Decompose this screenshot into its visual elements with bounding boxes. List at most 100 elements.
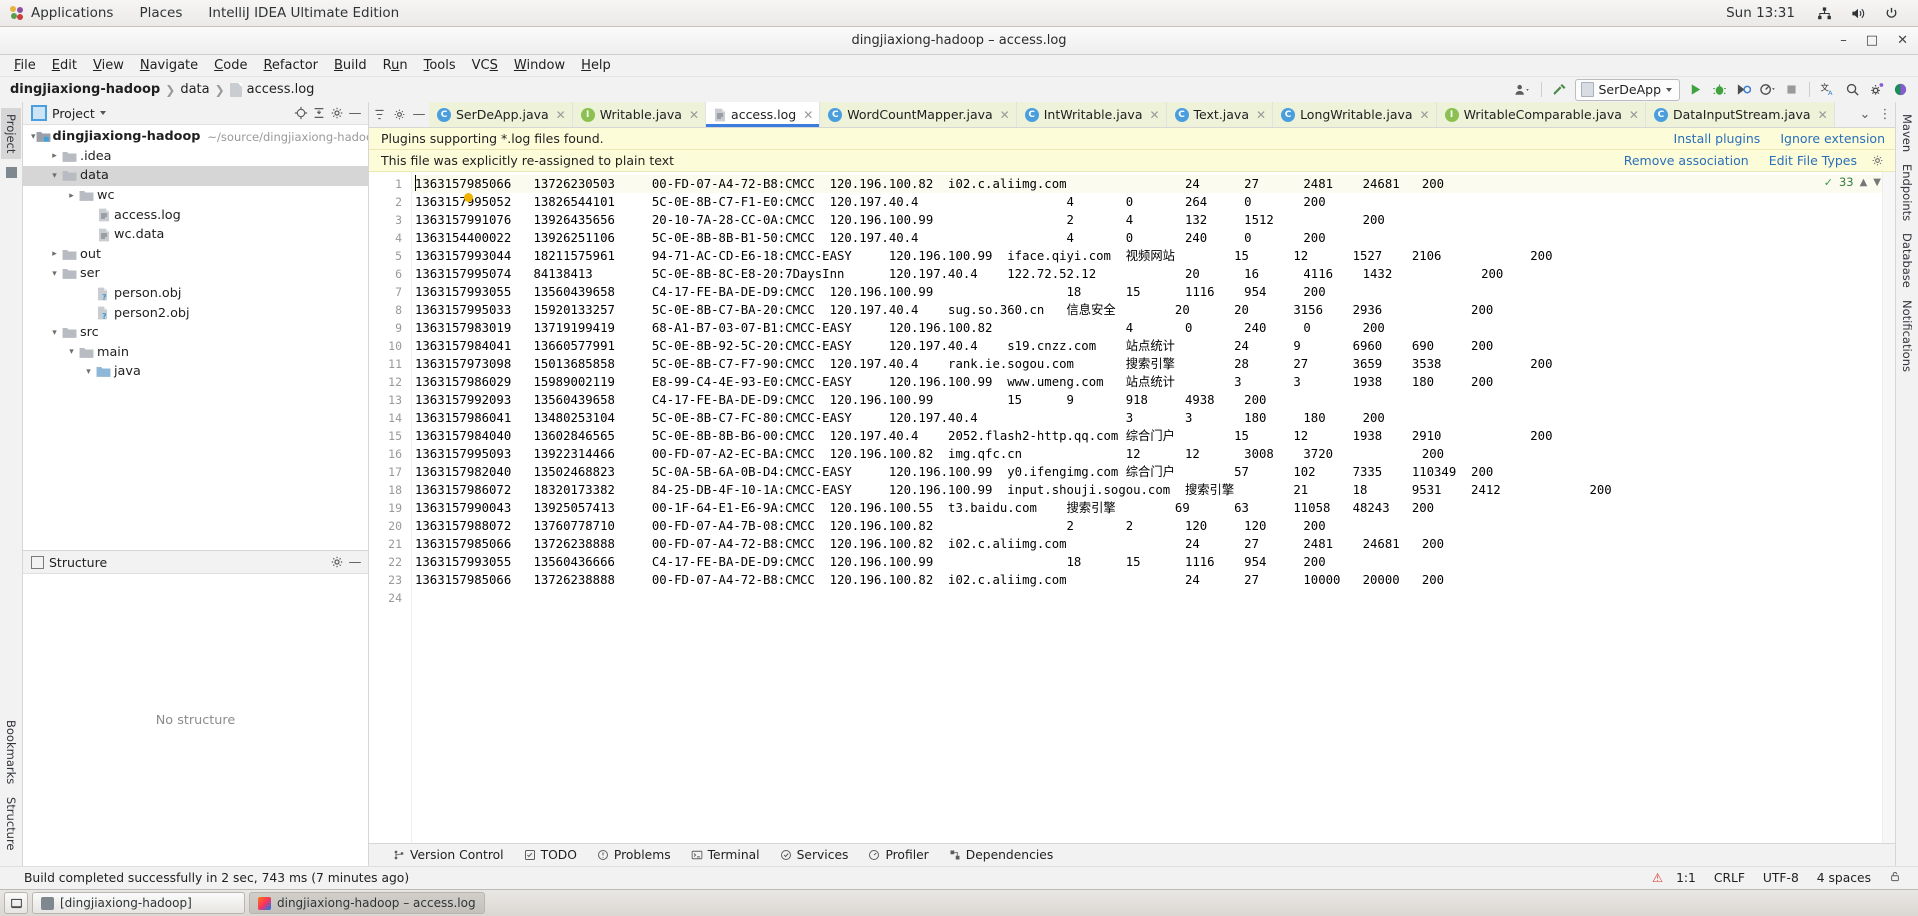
close-button[interactable]: ✕	[1897, 34, 1908, 47]
editor-tab-wordcountmapper-java[interactable]: C WordCountMapper.java ✕	[820, 102, 1017, 127]
desktop-menu-applications[interactable]: Applications	[29, 5, 126, 21]
tab-settings-gear-icon[interactable]	[389, 108, 409, 121]
intention-bulb-icon[interactable]	[464, 193, 473, 202]
tool-window-problems[interactable]: Problems	[597, 848, 671, 862]
chevron-down-icon[interactable]: ▾	[65, 347, 78, 357]
show-desktop-icon[interactable]	[4, 892, 28, 914]
tool-window-profiler[interactable]: Profiler	[868, 848, 929, 862]
tree-node-main[interactable]: ▾ main	[23, 343, 368, 363]
menu-view[interactable]: View	[85, 58, 132, 73]
close-icon[interactable]: ✕	[1818, 108, 1828, 122]
caret-position[interactable]: 1:1	[1676, 871, 1696, 885]
editor-tab-intwritable-java[interactable]: C IntWritable.java ✕	[1016, 102, 1167, 127]
close-icon[interactable]: ✕	[1149, 108, 1159, 122]
editor-tab-serdeapp-java[interactable]: C SerDeApp.java ✕	[429, 102, 573, 127]
network-icon[interactable]	[1817, 6, 1832, 21]
editor-tab-longwritable-java[interactable]: C LongWritable.java ✕	[1273, 102, 1437, 127]
tab-sort-icon[interactable]	[369, 108, 389, 121]
file-encoding[interactable]: UTF-8	[1763, 871, 1799, 885]
tree-node-wc-data[interactable]: wc.data	[23, 225, 368, 245]
locate-icon[interactable]	[292, 104, 310, 122]
breadcrumb-file[interactable]: access.log	[247, 82, 315, 97]
run-configuration-selector[interactable]: SerDeApp	[1574, 78, 1680, 101]
settings-gear-icon[interactable]	[328, 104, 346, 122]
desktop-menu-places[interactable]: Places	[126, 5, 195, 21]
read-only-lock-icon[interactable]	[1889, 870, 1901, 886]
translate-icon[interactable]: 文A	[1817, 80, 1839, 99]
stop-icon[interactable]	[1780, 80, 1802, 99]
tree-node-out[interactable]: ▸ out	[23, 245, 368, 265]
hide-icon[interactable]: —	[346, 104, 364, 122]
tree-node--idea[interactable]: ▸ .idea	[23, 147, 368, 167]
tree-node-access-log[interactable]: access.log	[23, 205, 368, 225]
indent-setting[interactable]: 4 spaces	[1817, 871, 1871, 885]
tree-node-person-obj[interactable]: ? person.obj	[23, 284, 368, 304]
project-panel-title-group[interactable]: Project	[31, 105, 106, 121]
debug-icon[interactable]	[1708, 80, 1730, 99]
tree-node-dingjiaxiong-hadoop[interactable]: ▾ dingjiaxiong-hadoop ~/source/dingjiaxion…	[23, 127, 368, 147]
editor-tab-text-java[interactable]: C Text.java ✕	[1166, 102, 1274, 127]
chevron-right-icon[interactable]: ▸	[48, 249, 61, 259]
close-icon[interactable]: ✕	[1629, 108, 1639, 122]
tree-node-person2-obj[interactable]: ? person2.obj	[23, 303, 368, 323]
banner-link-install-plugins[interactable]: Install plugins	[1674, 131, 1761, 146]
chevron-up-icon[interactable]: ▲	[1860, 177, 1868, 188]
tree-node-src[interactable]: ▾ src	[23, 323, 368, 343]
menu-build[interactable]: Build	[326, 58, 375, 73]
editor-tab-datainputstream-java[interactable]: C DataInputStream.java ✕	[1645, 102, 1835, 127]
profile-icon[interactable]	[1756, 80, 1778, 99]
breadcrumb-project[interactable]: dingjiaxiong-hadoop	[10, 82, 160, 97]
tab-hide-icon[interactable]: —	[409, 107, 429, 122]
build-hammer-icon[interactable]	[1549, 80, 1571, 99]
sidebar-tab-structure[interactable]: Structure	[1, 791, 21, 857]
menu-edit[interactable]: Edit	[44, 58, 85, 73]
settings-gear-icon[interactable]	[1865, 80, 1887, 99]
editor-tab-writablecomparable-java[interactable]: I WritableComparable.java ✕	[1436, 102, 1646, 127]
error-badge-icon[interactable]: ⚠	[1652, 871, 1663, 885]
ai-assistant-icon[interactable]	[1889, 80, 1911, 99]
chevron-down-icon[interactable]: ▼	[1873, 177, 1881, 188]
editor-tab-access-log[interactable]: access.log ✕	[706, 102, 821, 127]
banner-link-ignore-extension[interactable]: Ignore extension	[1780, 131, 1885, 146]
sidebar-tab-maven[interactable]: Maven	[1897, 108, 1917, 158]
menu-vcs[interactable]: VCS	[464, 58, 506, 73]
menu-file[interactable]: File	[6, 58, 44, 73]
tree-node-ser[interactable]: ▾ ser	[23, 264, 368, 284]
hide-icon[interactable]: —	[346, 553, 364, 571]
collapse-all-icon[interactable]	[310, 104, 328, 122]
tool-window-version-control[interactable]: Version Control	[393, 848, 504, 862]
menu-tools[interactable]: Tools	[416, 58, 464, 73]
editor-viewport[interactable]: 1 2 3 4 5 6 7 8 9 10 11 12 13 14 15 16 17 18 19 20 21 22 23 24 …	[369, 172, 1895, 843]
menu-help[interactable]: Help	[573, 58, 619, 73]
sidebar-tab-endpoints[interactable]: Endpoints	[1897, 158, 1917, 227]
line-separator[interactable]: CRLF	[1714, 871, 1745, 885]
sidebar-tab-project[interactable]: Project	[1, 108, 21, 160]
close-icon[interactable]: ✕	[689, 108, 699, 122]
run-coverage-icon[interactable]	[1732, 80, 1754, 99]
minimize-button[interactable]: –	[1840, 34, 1847, 47]
volume-icon[interactable]	[1850, 6, 1866, 21]
sidebar-tab-bookmarks[interactable]: Bookmarks	[1, 714, 21, 790]
taskbar-item-access-log-window[interactable]: dingjiaxiong-hadoop – access.log	[249, 892, 485, 914]
tab-more-options-icon[interactable]: ⋮	[1875, 107, 1895, 122]
chevron-down-icon[interactable]: ▾	[48, 328, 61, 338]
chevron-down-icon[interactable]: ▾	[48, 171, 61, 181]
editor-tab-writable-java[interactable]: I Writable.java ✕	[572, 102, 707, 127]
maximize-button[interactable]: □	[1866, 34, 1878, 47]
tool-window-dependencies[interactable]: Dependencies	[949, 848, 1053, 862]
close-icon[interactable]: ✕	[1420, 108, 1430, 122]
sidebar-tab-notifications[interactable]: Notifications	[1897, 294, 1917, 378]
sidebar-tab-database[interactable]: Database	[1897, 227, 1917, 294]
user-dropdown-icon[interactable]	[1512, 80, 1534, 99]
tool-window-services[interactable]: Services	[780, 848, 848, 862]
tool-window-todo[interactable]: TODO	[524, 848, 577, 862]
run-icon[interactable]	[1684, 80, 1706, 99]
editor-annotation-scrollbar[interactable]	[1882, 172, 1895, 843]
inspection-widget[interactable]: ✓ 33 ▲ ▼	[1824, 175, 1881, 189]
structure-panel-title-group[interactable]: Structure	[31, 555, 107, 570]
desktop-clock[interactable]: Sun 13:31	[1713, 5, 1808, 21]
menu-window[interactable]: Window	[506, 58, 573, 73]
close-icon[interactable]: ✕	[556, 108, 566, 122]
chevron-down-icon[interactable]: ▾	[82, 367, 95, 377]
close-icon[interactable]: ✕	[1000, 108, 1010, 122]
